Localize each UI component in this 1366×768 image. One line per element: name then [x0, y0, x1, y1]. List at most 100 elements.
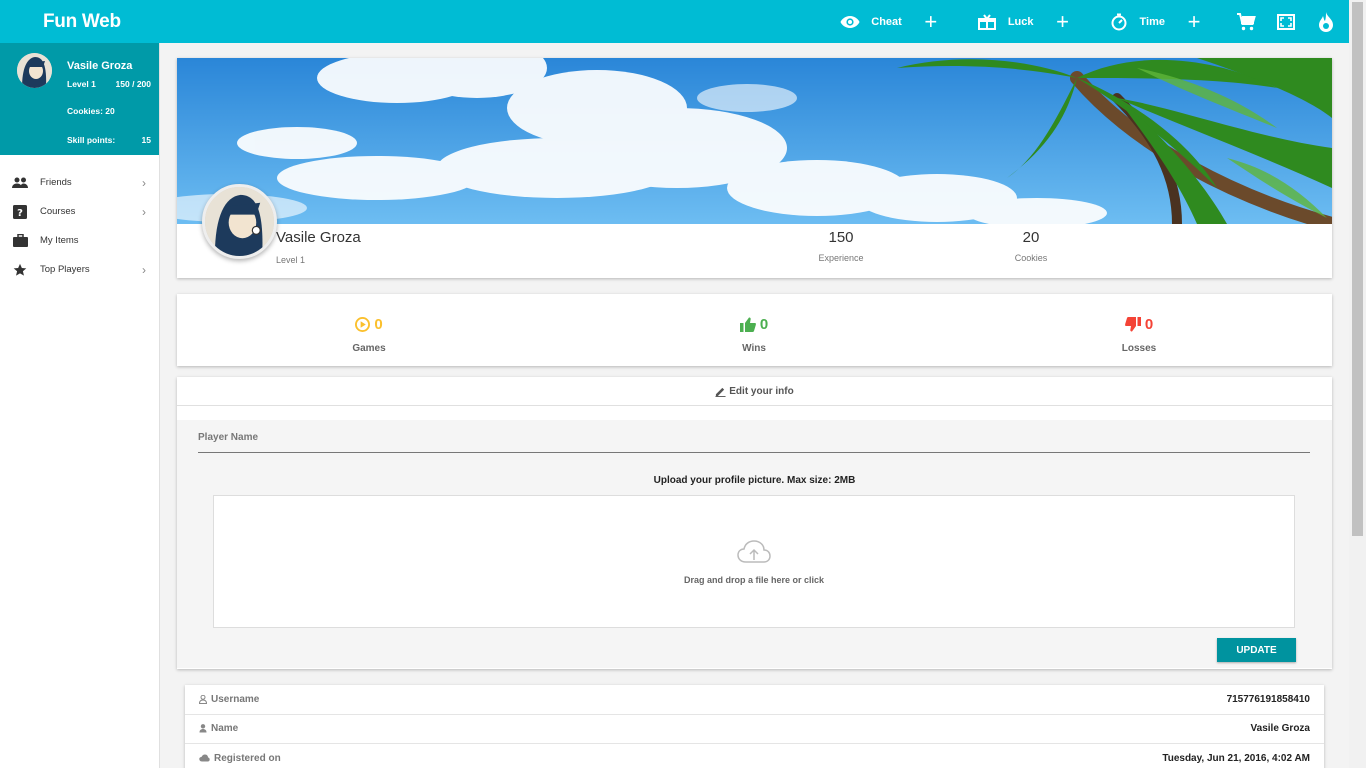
luck-label: Luck [1007, 15, 1034, 28]
pencil-icon [715, 387, 726, 397]
username-label: Username [211, 693, 260, 705]
cart-icon[interactable] [1235, 11, 1257, 33]
eye-icon[interactable] [839, 11, 861, 33]
help-box-icon: ? [12, 204, 28, 220]
thumb-up-icon [739, 317, 756, 332]
experience-label: Experience [818, 253, 864, 263]
svg-text:?: ? [17, 208, 23, 219]
profile-name: Vasile Groza [276, 229, 361, 246]
cheat-label: Cheat [871, 15, 902, 28]
sidebar-skill-row: Skill points: 15 [67, 135, 151, 145]
sidebar-nav: Friends › ? Courses › My Items Top Playe… [0, 155, 159, 284]
wins-value: 0 [759, 316, 769, 333]
chevron-right-icon: › [142, 205, 146, 219]
profile-avatar[interactable] [202, 184, 277, 259]
edit-info-header[interactable]: Edit your info [177, 377, 1332, 406]
thumb-down-icon [1124, 317, 1141, 332]
sidebar-cookies: Cookies: 20 [67, 106, 115, 116]
profile-banner-image [177, 58, 1332, 224]
sidebar-item-top-players[interactable]: Top Players › [0, 255, 159, 284]
timer-icon[interactable] [1108, 11, 1130, 33]
time-label: Time [1139, 15, 1165, 28]
edit-info-title: Edit your info [729, 385, 794, 397]
registered-label: Registered on [214, 752, 281, 764]
people-icon [12, 175, 28, 191]
top-actions: Cheat + Luck + Time + [825, 0, 1337, 43]
sidebar-xp-progress: 150 / 200 [115, 79, 151, 89]
cloud-upload-icon [737, 540, 771, 563]
losses-label: Losses [1121, 343, 1157, 354]
name-value: Vasile Groza [1250, 723, 1310, 735]
scrollbar-thumb[interactable] [1352, 2, 1363, 536]
registered-key: Registered on [199, 753, 281, 764]
username-key: Username [199, 694, 259, 705]
profile-card: Vasile Groza Level 1 150 Experience 20 C… [177, 58, 1332, 278]
game-stats-card: 0 Games 0 Wins 0 Losses [177, 294, 1332, 366]
experience-stat: 150 Experience [801, 229, 881, 263]
edit-form: Player Name Upload your profile picture.… [177, 420, 1332, 668]
gift-box-icon[interactable] [976, 11, 998, 33]
sidebar-item-courses[interactable]: ? Courses › [0, 197, 159, 226]
add-luck-button[interactable]: + [1052, 10, 1074, 33]
app-title[interactable]: Fun Web [43, 11, 121, 33]
name-label: Name [211, 723, 239, 735]
edit-info-card: Edit your info Player Name Upload your p… [177, 377, 1332, 669]
name-key: Name [199, 723, 238, 734]
username-row: Username 715776191858410 [185, 685, 1324, 715]
games-value-row: 0 [309, 316, 429, 333]
cloud-icon [199, 754, 210, 762]
luck-group: Luck + [976, 10, 1094, 33]
flame-icon[interactable] [1315, 11, 1337, 33]
wins-label: Wins [742, 343, 766, 354]
sidebar-item-my-items[interactable]: My Items [0, 226, 159, 255]
star-icon [12, 262, 28, 278]
briefcase-icon [12, 233, 28, 249]
add-cheat-button[interactable]: + [920, 10, 942, 33]
sidebar-item-label: Top Players [40, 264, 90, 275]
sidebar-profile: Vasile Groza Level 1 150 / 200 Cookies: … [0, 43, 159, 155]
file-dropzone[interactable]: Drag and drop a file here or click [213, 495, 1295, 628]
avatar[interactable] [17, 53, 52, 88]
player-name-label: Player Name [198, 432, 259, 443]
sidebar-skill-value: 15 [141, 135, 151, 145]
games-value: 0 [374, 316, 383, 333]
top-app-bar: Fun Web Cheat + Luck + Time + [0, 0, 1349, 43]
username-value: 715776191858410 [1226, 693, 1310, 705]
sidebar-skill-label: Skill points: [67, 135, 116, 145]
cookies-label: Cookies [1014, 253, 1048, 263]
games-stat: 0 Games [309, 316, 429, 354]
profile-level: Level 1 [276, 255, 306, 265]
chevron-right-icon: › [142, 176, 146, 190]
update-button[interactable]: UPDATE [1217, 638, 1296, 662]
wins-value-row: 0 [694, 316, 814, 333]
games-label: Games [352, 343, 386, 354]
cookies-stat: 20 Cookies [991, 229, 1071, 263]
sidebar-user-name: Vasile Groza [67, 60, 133, 72]
chevron-right-icon: › [142, 263, 146, 277]
sidebar-item-friends[interactable]: Friends › [0, 168, 159, 197]
add-time-button[interactable]: + [1183, 10, 1205, 33]
person-icon [199, 694, 207, 704]
person-icon [199, 724, 207, 733]
sidebar-item-label: Friends [40, 177, 72, 188]
sidebar-cookies-row: Cookies: 20 [67, 106, 151, 116]
cookies-value: 20 [1022, 229, 1040, 246]
user-info-card: Username 715776191858410 Name Vasile Gro… [185, 685, 1324, 768]
registered-row: Registered on Tuesday, Jun 21, 2016, 4:0… [185, 744, 1324, 768]
cheat-group: Cheat + [839, 10, 962, 33]
sidebar: Vasile Groza Level 1 150 / 200 Cookies: … [0, 43, 160, 768]
name-row: Name Vasile Groza [185, 715, 1324, 744]
time-group: Time + [1108, 10, 1205, 33]
losses-value-row: 0 [1079, 316, 1199, 333]
fullscreen-icon[interactable] [1275, 11, 1297, 33]
play-circle-icon [355, 317, 371, 332]
dropzone-text: Drag and drop a file here or click [683, 575, 825, 585]
wins-stat: 0 Wins [694, 316, 814, 354]
player-name-input[interactable] [198, 452, 1310, 453]
sidebar-level-row: Level 1 150 / 200 [67, 79, 151, 89]
page-scrollbar[interactable] [1349, 0, 1366, 768]
sidebar-level: Level 1 [67, 79, 96, 89]
experience-value: 150 [828, 229, 854, 246]
upload-title: Upload your profile picture. Max size: 2… [653, 475, 856, 486]
sidebar-item-label: My Items [40, 235, 79, 246]
